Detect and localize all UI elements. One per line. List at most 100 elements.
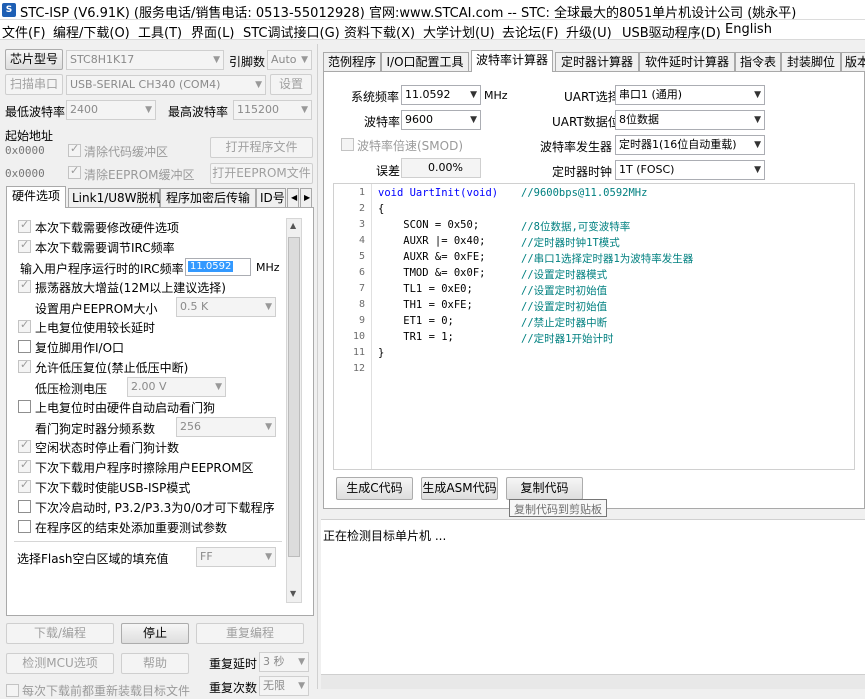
code-address-field[interactable]: 0x0000 xyxy=(5,144,45,157)
help-button[interactable]: 帮助 xyxy=(121,653,189,674)
opt-long-delay-checkbox[interactable] xyxy=(18,318,31,333)
progress-bar xyxy=(321,674,865,689)
chip-model-button[interactable]: 芯片型号 xyxy=(5,49,63,70)
repeat-program-button[interactable]: 重复编程 xyxy=(196,623,304,644)
open-eeprom-button[interactable]: 打开EEPROM文件 xyxy=(210,163,313,184)
opt-adjust-irc-checkbox[interactable] xyxy=(18,238,31,253)
generate-asm-button[interactable]: 生成ASM代码 xyxy=(421,477,498,500)
sysfreq-select[interactable]: 11.0592 ▼ xyxy=(401,85,481,105)
scan-port-button[interactable]: 扫描串口 xyxy=(5,74,63,95)
repeat-delay-select[interactable]: 3 秒 ▼ xyxy=(259,652,309,672)
hw-tabstrip: 硬件选项 Link1/U8W脱机 程序加密后传输 ID号 ◀ ▶ xyxy=(6,186,314,208)
menu-debug[interactable]: STC调试接口(G) xyxy=(243,22,340,41)
tab-baud-calc[interactable]: 波特率计算器 xyxy=(471,50,553,72)
code-comment: //串口1选择定时器1为波特率发生器 xyxy=(521,253,694,265)
code-line: } xyxy=(378,347,385,359)
tab-timer-calc[interactable]: 定时器计算器 xyxy=(555,52,639,72)
databits-select[interactable]: 8位数据 ▼ xyxy=(615,110,765,130)
chevron-down-icon: ▼ xyxy=(215,382,222,392)
opt-usb-isp-checkbox[interactable] xyxy=(18,478,31,493)
max-baud-select[interactable]: 115200 ▼ xyxy=(233,100,312,120)
tab-id[interactable]: ID号 xyxy=(256,188,286,208)
opt-reset-io-label: 复位脚用作I/O口 xyxy=(35,341,125,355)
copy-code-tooltip: 复制代码到剪贴板 xyxy=(509,499,607,517)
clear-code-checkbox[interactable] xyxy=(68,142,81,157)
menu-program[interactable]: 编程/下载(O) xyxy=(53,22,130,41)
menu-university[interactable]: 大学计划(U) xyxy=(423,22,495,41)
download-program-button[interactable]: 下载/编程 xyxy=(6,623,114,644)
stop-button[interactable]: 停止 xyxy=(121,623,189,644)
menu-tools[interactable]: 工具(T) xyxy=(138,22,182,41)
opt-erase-eeprom-checkbox[interactable] xyxy=(18,458,31,473)
port-settings-button[interactable]: 设置 xyxy=(270,74,312,95)
hw-options-scrollbar[interactable]: ▲ ▼ xyxy=(286,218,302,603)
eeprom-address-field[interactable]: 0x0000 xyxy=(5,167,45,180)
menu-english[interactable]: English xyxy=(725,22,772,37)
tool-tabstrip: 范例程序 I/O口配置工具 波特率计算器 定时器计算器 软件延时计算器 指令表 … xyxy=(323,50,865,72)
opt-reset-io-checkbox[interactable] xyxy=(18,340,31,353)
pins-select[interactable]: Auto ▼ xyxy=(267,50,312,70)
menu-forum[interactable]: 去论坛(F) xyxy=(502,22,559,41)
reload-file-checkbox[interactable] xyxy=(6,684,19,697)
opt-low-voltage-checkbox[interactable] xyxy=(18,358,31,373)
menu-docs[interactable]: 资料下载(X) xyxy=(344,22,415,41)
chevron-down-icon: ▼ xyxy=(145,105,152,115)
chevron-down-icon: ▼ xyxy=(754,140,761,150)
eeprom-size-select[interactable]: 0.5 K ▼ xyxy=(176,297,276,317)
irc-freq-input[interactable]: 11.0592 xyxy=(185,258,251,276)
tab-package-pins[interactable]: 封装脚位 xyxy=(781,52,841,72)
lvd-voltage-select[interactable]: 2.00 V ▼ xyxy=(127,377,226,397)
clear-eeprom-checkbox[interactable] xyxy=(68,164,81,179)
open-program-button[interactable]: 打开程序文件 xyxy=(210,137,313,158)
menu-interface[interactable]: 界面(L) xyxy=(191,22,234,41)
scroll-down-icon[interactable]: ▼ xyxy=(290,589,296,598)
generator-select[interactable]: 定时器1(16位自动重载) ▼ xyxy=(615,135,765,155)
menu-upgrade[interactable]: 升级(U) xyxy=(566,22,612,41)
tab-link1[interactable]: Link1/U8W脱机 xyxy=(68,188,161,208)
chevron-down-icon: ▼ xyxy=(754,165,761,175)
tab-instruction-table[interactable]: 指令表 xyxy=(735,52,781,72)
chevron-down-icon: ▼ xyxy=(301,105,308,115)
flash-fill-select[interactable]: FF ▼ xyxy=(196,547,276,567)
tab-hardware-options[interactable]: 硬件选项 xyxy=(6,186,66,208)
opt-test-params-checkbox[interactable] xyxy=(18,520,31,533)
copy-code-button[interactable]: 复制代码 xyxy=(506,477,583,500)
tab-io-config[interactable]: I/O口配置工具 xyxy=(381,52,469,72)
detect-mcu-button[interactable]: 检测MCU选项 xyxy=(6,653,114,674)
baud-select[interactable]: 9600 ▼ xyxy=(401,110,481,130)
tab-examples[interactable]: 范例程序 xyxy=(323,52,381,72)
scroll-thumb[interactable] xyxy=(288,237,300,557)
code-editor[interactable]: 1 2 3 4 5 6 7 8 9 10 11 12 void UartInit(void)//960… xyxy=(333,183,855,470)
opt-erase-eeprom-label: 下次下载用户程序时擦除用户EEPROM区 xyxy=(35,461,254,475)
generate-c-button[interactable]: 生成C代码 xyxy=(336,477,413,500)
smod-checkbox[interactable] xyxy=(341,138,354,151)
tab-delay-calc[interactable]: 软件延时计算器 xyxy=(639,52,735,72)
chevron-down-icon: ▼ xyxy=(255,80,262,90)
repeat-count-select[interactable]: 无限 ▼ xyxy=(259,676,309,696)
chevron-down-icon: ▼ xyxy=(298,681,305,691)
opt-p32-p33-checkbox[interactable] xyxy=(18,500,31,513)
port-select[interactable]: USB-SERIAL CH340 (COM4) ▼ xyxy=(66,75,266,95)
tab-encrypt[interactable]: 程序加密后传输 xyxy=(160,188,256,208)
tab-scroll-left-icon[interactable]: ◀ xyxy=(287,188,299,208)
uart-select[interactable]: 串口1 (通用) ▼ xyxy=(615,85,765,105)
opt-watchdog-checkbox[interactable] xyxy=(18,400,31,413)
min-baud-select[interactable]: 2400 ▼ xyxy=(66,100,156,120)
wdt-prescale-select[interactable]: 256 ▼ xyxy=(176,417,276,437)
code-line: TH1 = 0xFE; xyxy=(378,299,473,311)
timer-clock-select[interactable]: 1T (FOSC) ▼ xyxy=(615,160,765,180)
uart-select-label: UART选择 xyxy=(564,90,620,104)
tab-scroll-right-icon[interactable]: ▶ xyxy=(300,188,312,208)
chip-model-select[interactable]: STC8H1K17 ▼ xyxy=(66,50,224,70)
tab-version[interactable]: 版本 xyxy=(841,52,865,72)
menu-file[interactable]: 文件(F) xyxy=(2,22,46,41)
opt-p32-p33-label: 下次冷启动时, P3.2/P3.3为0/0才可下载程序 xyxy=(35,501,275,515)
repeat-delay-label: 重复延时 xyxy=(209,657,258,671)
opt-osc-gain-checkbox[interactable] xyxy=(18,278,31,293)
opt-modify-hw-checkbox[interactable] xyxy=(18,218,31,233)
splitter[interactable] xyxy=(317,44,318,689)
menu-usb-driver[interactable]: USB驱动程序(D) xyxy=(622,22,721,41)
opt-idle-wdt-checkbox[interactable] xyxy=(18,438,31,453)
code-comment: //8位数据,可变波特率 xyxy=(521,221,631,233)
scroll-up-icon[interactable]: ▲ xyxy=(290,221,296,230)
